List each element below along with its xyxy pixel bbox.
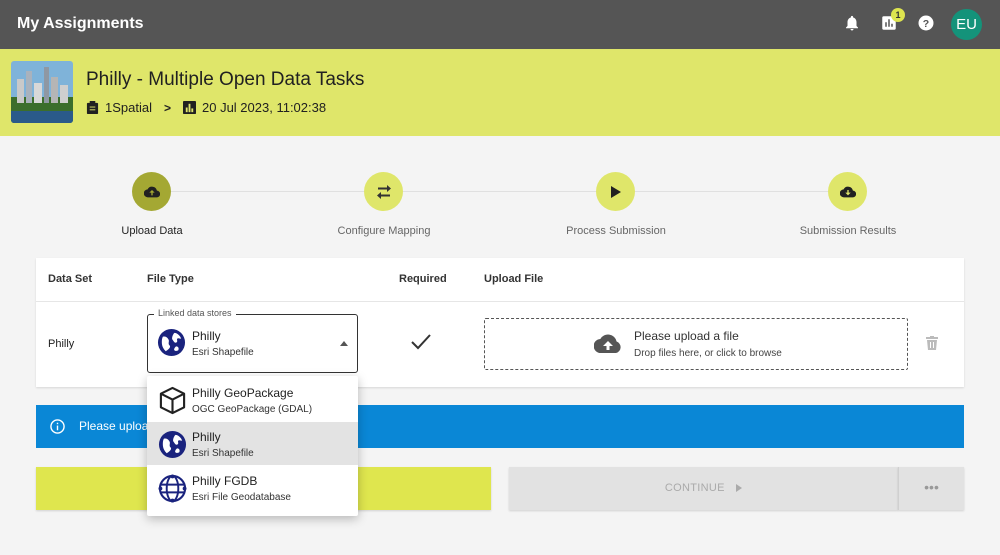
- more-options-button[interactable]: •••: [898, 467, 964, 510]
- caret-up-icon: [340, 341, 348, 346]
- info-icon: [50, 419, 65, 434]
- play-icon: [736, 484, 743, 493]
- upload-table: Data Set File Type Required Upload File …: [36, 258, 964, 387]
- check-icon: [411, 334, 431, 350]
- option-format: OGC GeoPackage (GDAL): [192, 404, 313, 415]
- column-header: Required: [399, 273, 447, 285]
- step-label: Configure Mapping: [337, 225, 431, 237]
- column-header: File Type: [147, 273, 194, 285]
- step-submission-results[interactable]: [828, 172, 867, 211]
- header-divider: [36, 301, 964, 302]
- option-name: Philly GeoPackage: [192, 386, 294, 400]
- clipboard-icon: [86, 101, 99, 114]
- dropdown-option-geopackage[interactable]: Philly GeoPackage OGC GeoPackage (GDAL): [147, 378, 358, 421]
- app-bar: My Assignments 1 ? EU: [0, 0, 1000, 49]
- file-type-dropdown: Philly GeoPackage OGC GeoPackage (GDAL) …: [147, 376, 358, 516]
- swap-icon: [376, 184, 391, 199]
- cloud-upload-icon: [594, 334, 621, 354]
- notification-badge: 1: [891, 8, 905, 22]
- submission-datetime: 20 Jul 2023, 11:02:38: [202, 100, 327, 115]
- file-drop-zone[interactable]: Please upload a file Drop files here, or…: [484, 318, 908, 370]
- column-header: Upload File: [484, 273, 544, 285]
- continue-label: CONTINUE: [664, 482, 725, 494]
- selected-format: Esri Shapefile: [192, 347, 254, 358]
- network-globe-icon: [158, 474, 187, 503]
- cube-icon: [159, 386, 186, 415]
- cloud-download-icon: [839, 186, 856, 197]
- svg-text:?: ?: [923, 18, 929, 30]
- assignment-thumbnail: [11, 61, 73, 123]
- option-name: Philly: [192, 430, 221, 444]
- assignment-header: Philly - Multiple Open Data Tasks 1Spati…: [0, 49, 1000, 136]
- app-title: My Assignments: [17, 15, 144, 32]
- chevron-right-icon: >: [163, 100, 171, 115]
- chart-icon: [183, 101, 196, 114]
- upload-hint: Drop files here, or click to browse: [634, 348, 782, 359]
- step-configure-mapping[interactable]: [364, 172, 403, 211]
- step-label: Upload Data: [121, 225, 183, 237]
- step-connector: [171, 191, 365, 192]
- step-connector: [635, 191, 829, 192]
- continue-button[interactable]: CONTINUE: [509, 467, 898, 510]
- banner-text: Please uploa: [79, 419, 149, 433]
- cloud-upload-icon: [143, 186, 160, 197]
- play-icon: [610, 185, 621, 198]
- bell-icon[interactable]: [843, 14, 861, 32]
- organization-link[interactable]: 1Spatial: [105, 100, 152, 115]
- step-upload-data[interactable]: [132, 172, 171, 211]
- option-format: Esri Shapefile: [192, 448, 254, 459]
- dropdown-option-philly[interactable]: Philly Esri Shapefile: [147, 422, 358, 465]
- trash-icon[interactable]: [926, 336, 938, 350]
- select-label: Linked data stores: [154, 308, 236, 318]
- column-header: Data Set: [48, 273, 93, 285]
- step-label: Process Submission: [566, 225, 666, 237]
- option-format: Esri File Geodatabase: [192, 492, 291, 503]
- step-label: Submission Results: [799, 225, 897, 237]
- step-connector: [403, 191, 597, 192]
- selected-value: Philly: [192, 329, 221, 343]
- option-name: Philly FGDB: [192, 474, 258, 488]
- globe-icon: [158, 430, 187, 459]
- file-type-select[interactable]: Linked data stores Philly Esri Shapefile: [147, 308, 358, 373]
- avatar[interactable]: EU: [951, 9, 982, 40]
- dropdown-option-fgdb[interactable]: Philly FGDB Esri File Geodatabase: [147, 466, 358, 509]
- page-title: Philly - Multiple Open Data Tasks: [86, 69, 365, 90]
- step-process-submission[interactable]: [596, 172, 635, 211]
- globe-icon: [157, 328, 186, 357]
- help-icon[interactable]: ?: [917, 14, 935, 32]
- breadcrumb: 1Spatial > 20 Jul 2023, 11:02:38: [86, 100, 326, 115]
- dataset-name: Philly: [48, 338, 75, 350]
- upload-title: Please upload a file: [634, 329, 739, 343]
